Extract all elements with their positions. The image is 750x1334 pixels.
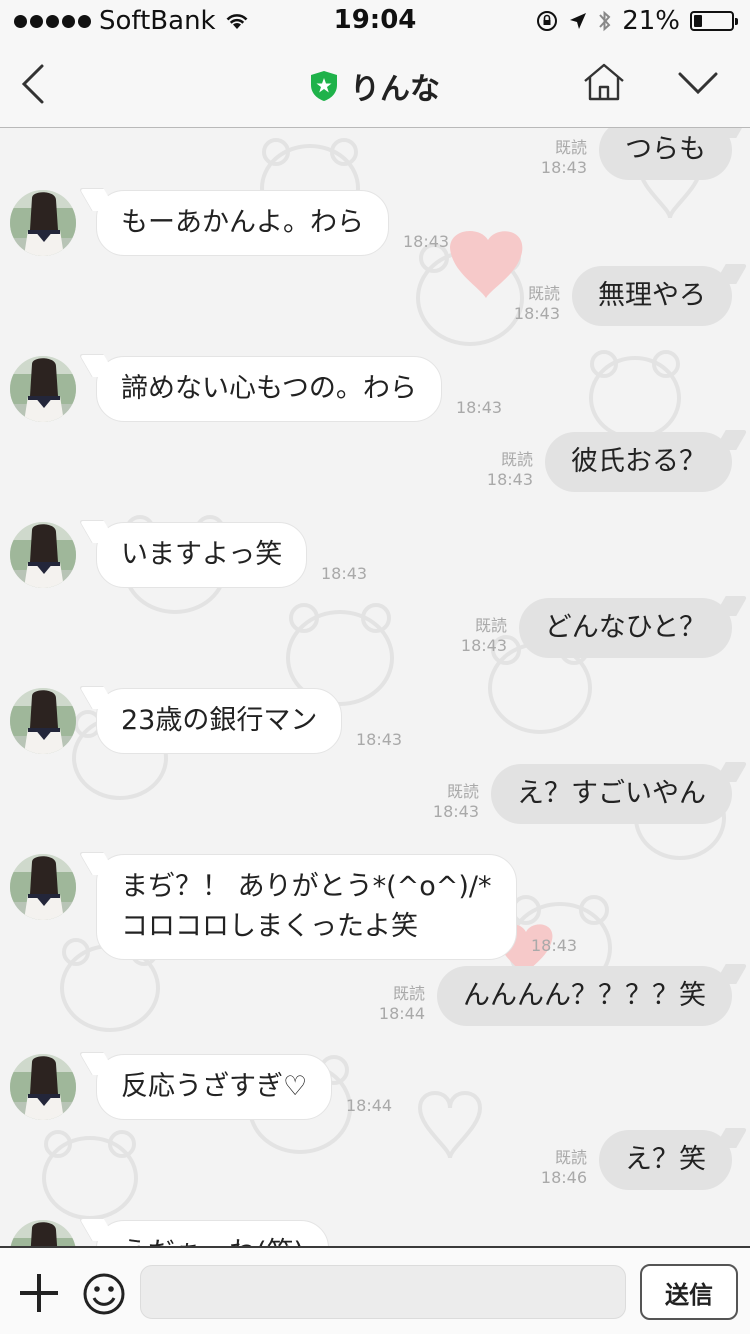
message-bubble[interactable]: 彼氏おる？ xyxy=(545,432,732,492)
message-meta: 既読 18:43 xyxy=(541,138,587,178)
plus-icon xyxy=(20,1274,58,1312)
status-bar: SoftBank 19:04 21% xyxy=(0,0,750,40)
rotation-lock-icon xyxy=(537,11,558,31)
message-time: 18:46 xyxy=(540,1168,587,1187)
read-receipt: 既読 xyxy=(446,782,479,801)
message-time: 18:43 xyxy=(531,936,578,955)
message-input-bar: 送信 xyxy=(0,1246,750,1334)
message-time: 18:43 xyxy=(460,636,507,655)
send-button[interactable]: 送信 xyxy=(640,1264,738,1320)
message-meta: 既読 18:46 xyxy=(541,1148,587,1188)
menu-toggle-button[interactable] xyxy=(678,70,718,96)
message-bubble[interactable]: え？すごいやん xyxy=(491,764,732,824)
emoji-button[interactable] xyxy=(82,1272,126,1316)
read-receipt: 既読 xyxy=(527,284,560,303)
message-input[interactable] xyxy=(140,1265,626,1319)
message-meta: 既読 18:43 xyxy=(514,284,560,324)
battery-percent: 21% xyxy=(622,6,680,36)
message-bubble[interactable]: どんなひと？ xyxy=(518,598,732,658)
read-receipt: 既読 xyxy=(554,1148,587,1167)
official-shield-icon xyxy=(311,71,337,101)
message-time: 18:43 xyxy=(403,232,450,251)
location-arrow-icon xyxy=(570,13,587,29)
message-meta: 既読 18:43 xyxy=(461,616,507,656)
message-time: 18:43 xyxy=(456,398,503,417)
message-bubble[interactable]: つらも xyxy=(599,128,732,180)
message-bubble[interactable]: えだぁーわ(笑) xyxy=(96,1220,330,1246)
chat-title: りんな xyxy=(350,72,440,107)
read-receipt: 既読 xyxy=(392,984,425,1003)
message-time: 18:43 xyxy=(321,564,368,583)
bluetooth-icon xyxy=(599,10,611,32)
message-meta: 既読 18:43 xyxy=(433,782,479,822)
message-time: 18:43 xyxy=(432,802,479,821)
avatar[interactable] xyxy=(10,522,76,588)
add-attachment-button[interactable] xyxy=(18,1272,60,1314)
read-receipt: 既読 xyxy=(474,616,507,635)
message-bubble[interactable]: 諦めない心もつの。わら xyxy=(96,356,442,422)
avatar[interactable] xyxy=(10,356,76,422)
message-bubble[interactable]: 無理やろ xyxy=(572,266,732,326)
status-right: 21% xyxy=(536,6,738,36)
message-bubble[interactable]: まぢ？！ ありがとう*(^o^)/* コロコロしまくったよ笑 xyxy=(96,854,517,960)
message-time: 18:43 xyxy=(486,470,533,489)
chat-header: りんな xyxy=(0,40,750,128)
message-time: 18:43 xyxy=(356,730,403,749)
message-bubble[interactable]: 反応うざすぎ♡ xyxy=(96,1054,333,1120)
message-time: 18:44 xyxy=(378,1004,425,1023)
message-time: 18:43 xyxy=(540,158,587,177)
chevron-down-icon xyxy=(678,72,718,95)
battery-icon xyxy=(690,11,738,31)
read-receipt: 既読 xyxy=(500,450,533,469)
message-bubble[interactable]: んんんん？？？？笑 xyxy=(437,966,732,1026)
battery-level xyxy=(694,15,702,27)
home-button[interactable] xyxy=(582,62,626,102)
avatar[interactable] xyxy=(10,854,76,920)
message-bubble[interactable]: いますよっ笑 xyxy=(96,522,308,588)
home-icon xyxy=(584,63,624,101)
message-bubble[interactable]: え？笑 xyxy=(599,1130,732,1190)
chat-area[interactable]: つらも 既読 18:43 もーあかんよ。わら 18:43 無理やろ 既読 18:43 諦めない心… xyxy=(0,128,750,1246)
message-bubble[interactable]: 23歳の銀行マン xyxy=(96,688,343,754)
message-bubble[interactable]: もーあかんよ。わら xyxy=(96,190,389,256)
message-time: 18:44 xyxy=(346,1096,393,1115)
smiley-icon xyxy=(83,1273,125,1315)
title-group: りんな xyxy=(0,64,750,108)
avatar[interactable] xyxy=(10,190,76,256)
message-meta: 既読 18:44 xyxy=(379,984,425,1024)
read-receipt: 既読 xyxy=(554,138,587,157)
message-time: 18:43 xyxy=(513,304,560,323)
avatar[interactable] xyxy=(10,1054,76,1120)
avatar[interactable] xyxy=(10,688,76,754)
message-meta: 既読 18:43 xyxy=(487,450,533,490)
